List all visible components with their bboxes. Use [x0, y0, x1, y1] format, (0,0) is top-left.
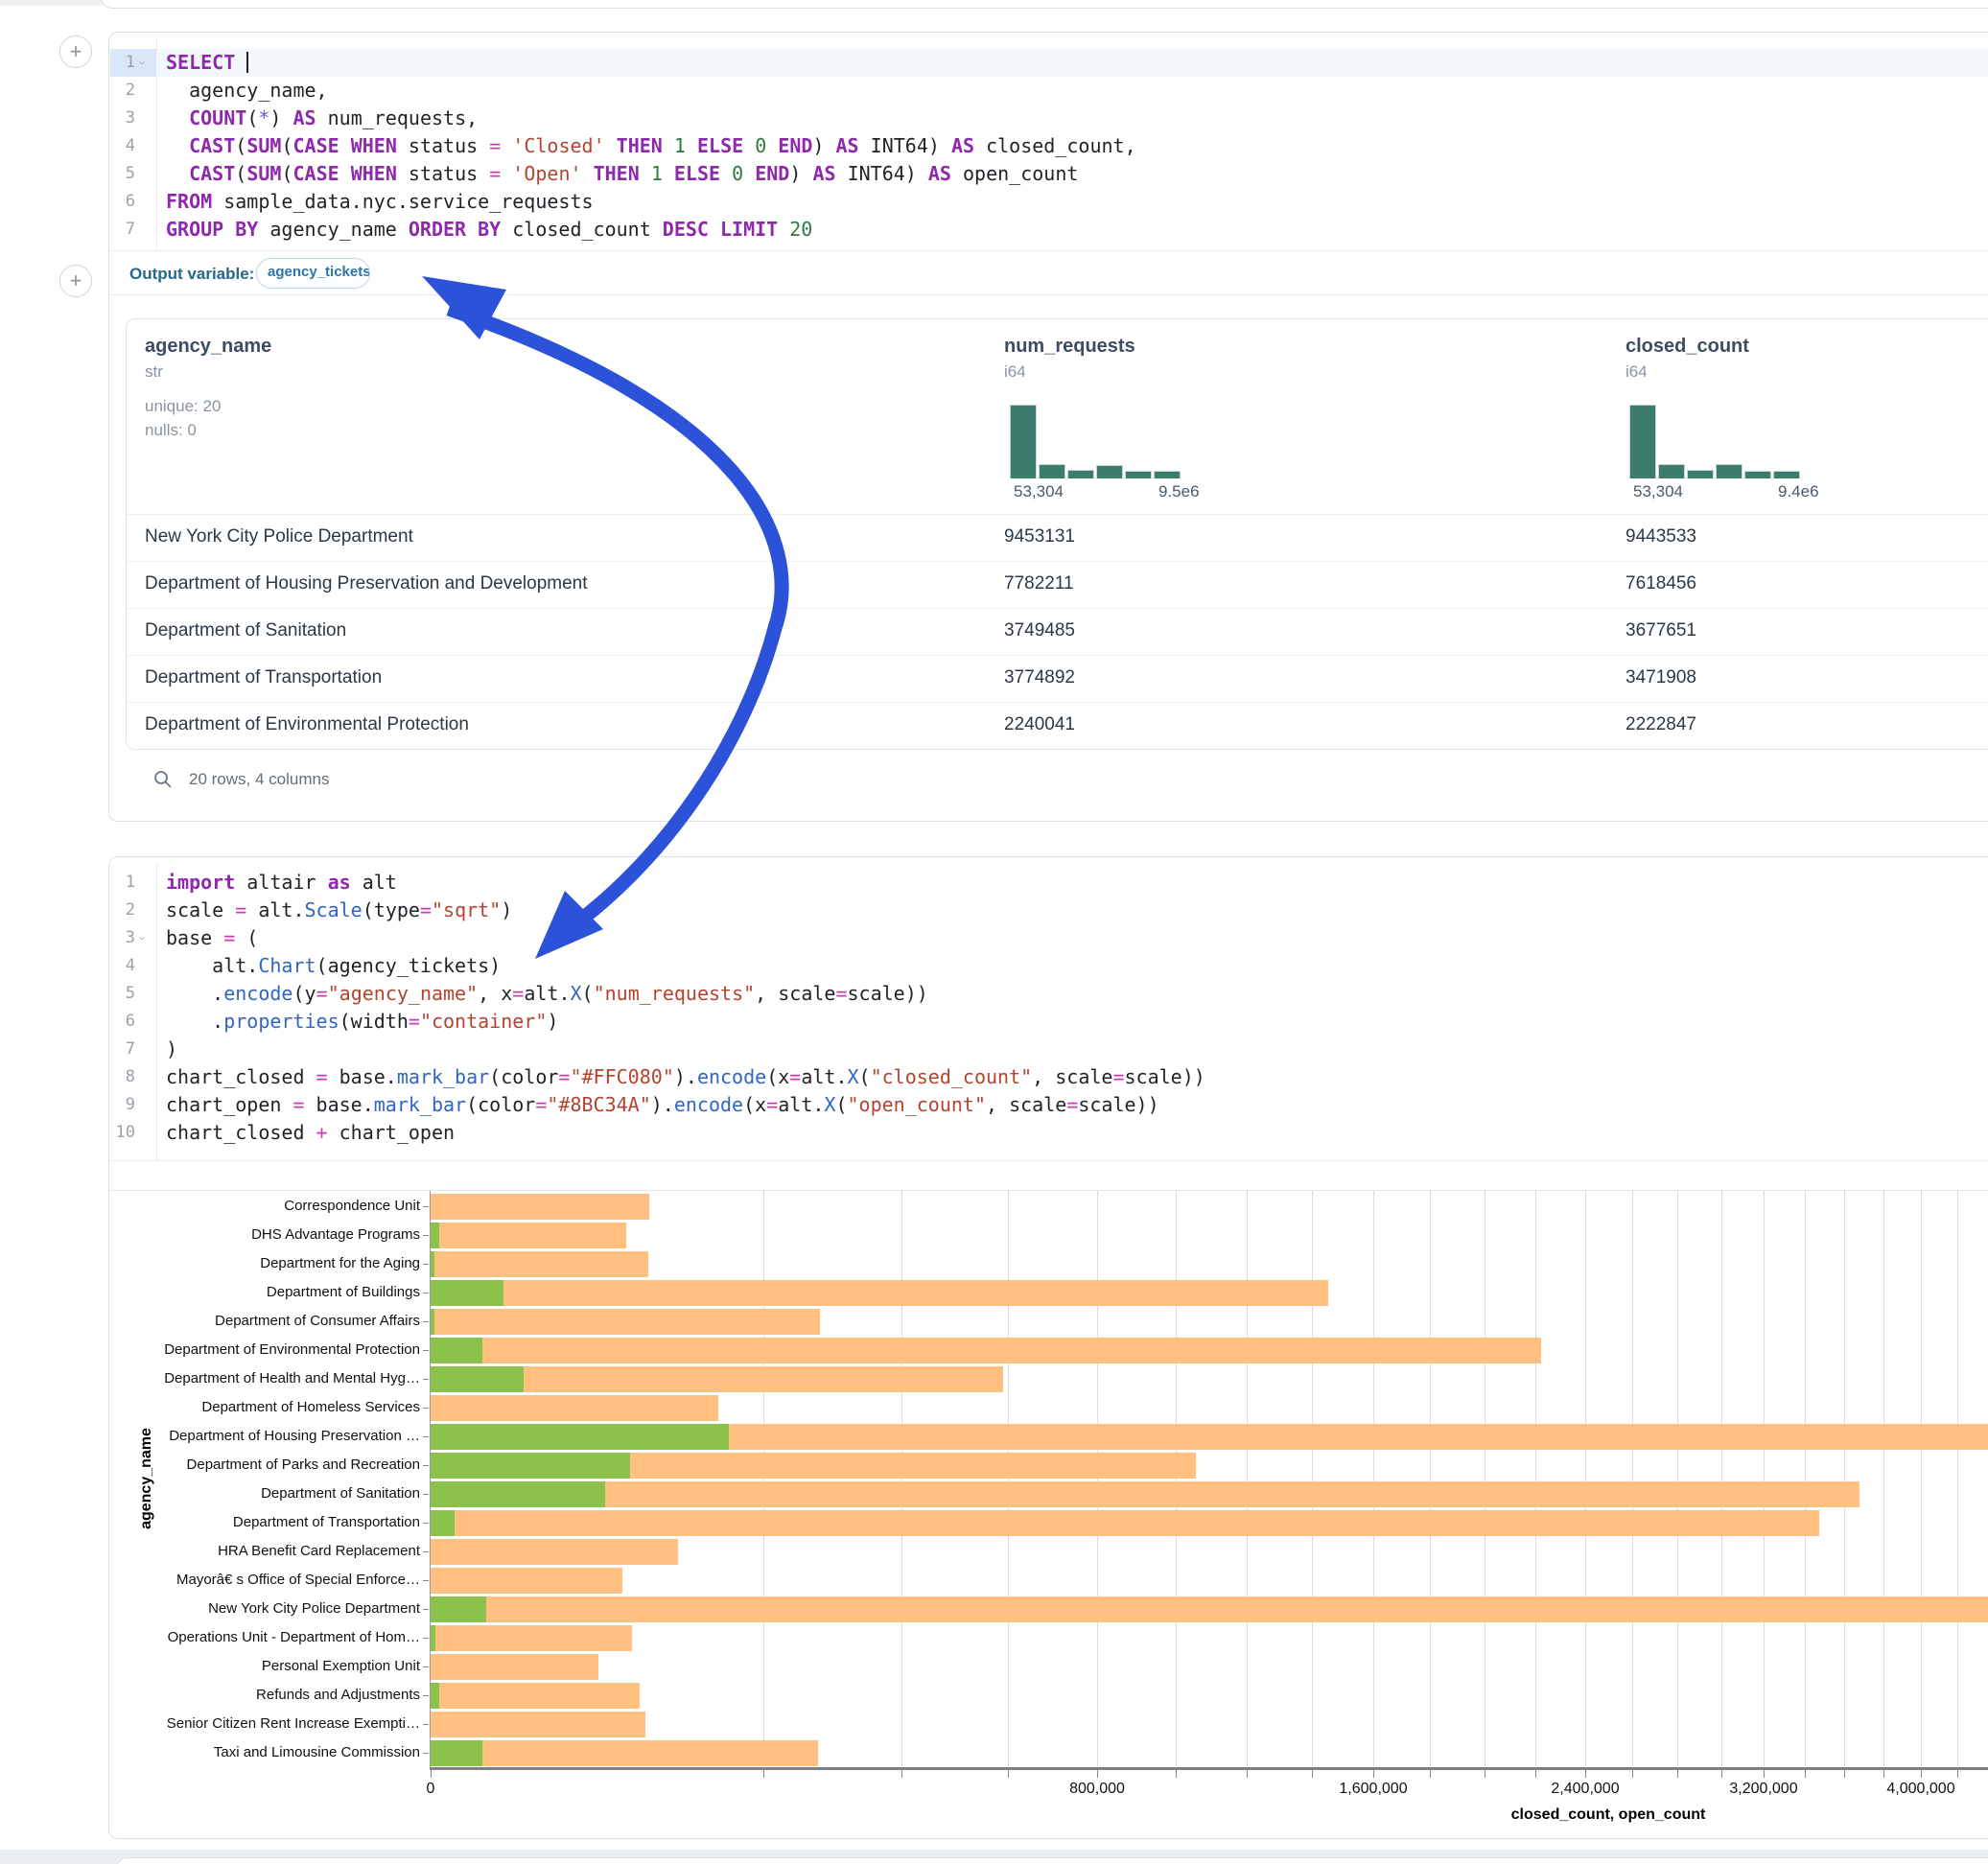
- notebook-page: + + 1›SELECT 2 agency_name,3 COUNT(*) AS…: [0, 0, 1988, 1864]
- next-cell-top-edge: [117, 1857, 1988, 1864]
- annotation-arrow: [0, 0, 1988, 1864]
